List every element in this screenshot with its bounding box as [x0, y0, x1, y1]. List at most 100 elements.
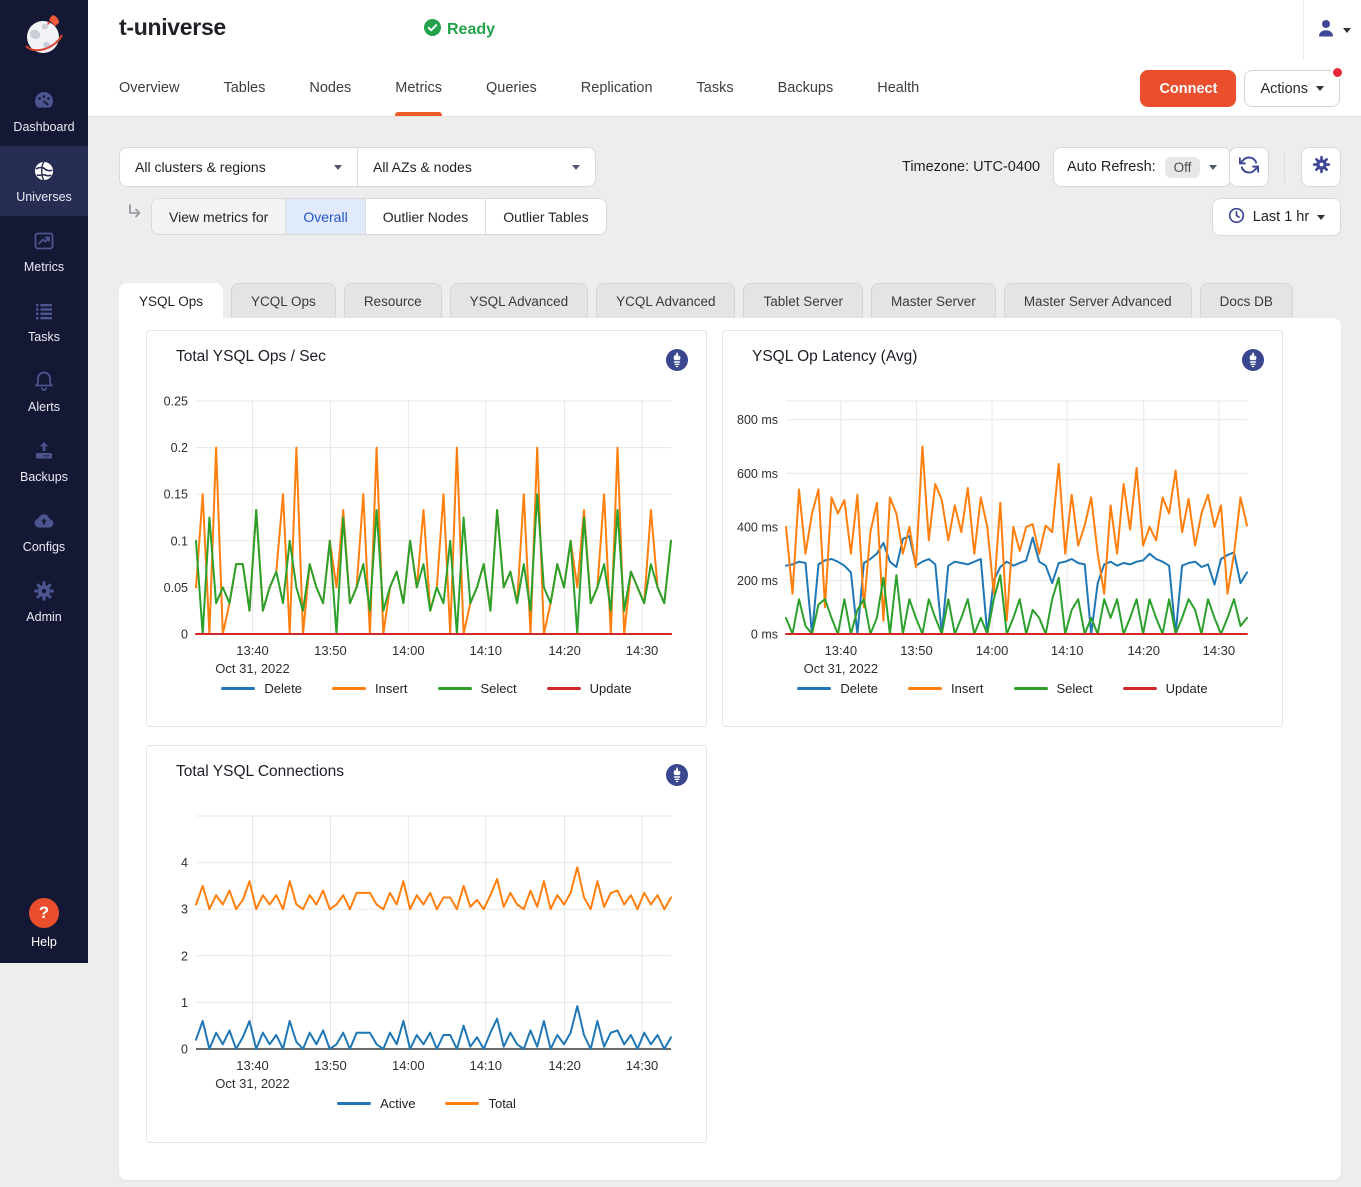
metric-tab-master-server-advanced[interactable]: Master Server Advanced: [1004, 283, 1192, 318]
metric-tab-master-server[interactable]: Master Server: [871, 283, 996, 318]
timezone-label: Timezone: UTC-0400: [902, 159, 1040, 175]
chart-canvas[interactable]: 13:40Oct 31, 202213:5014:0014:1014:2014:…: [156, 379, 697, 679]
view-tab-outlier-tables[interactable]: Outlier Tables: [486, 199, 605, 234]
svg-text:0: 0: [181, 1043, 188, 1057]
legend-item-delete[interactable]: Delete: [797, 681, 878, 696]
sidebar-item-label: Admin: [26, 610, 61, 624]
tab-replication[interactable]: Replication: [581, 60, 653, 116]
sidebar-item-admin[interactable]: Admin: [0, 566, 88, 636]
auto-refresh-dropdown[interactable]: Auto Refresh: Off: [1053, 147, 1231, 187]
legend-item-select[interactable]: Select: [438, 681, 517, 696]
chevron-down-icon: [572, 165, 580, 170]
clusters-regions-dropdown[interactable]: All clusters & regions: [120, 148, 357, 186]
legend-swatch: [547, 687, 581, 690]
sidebar-item-alerts[interactable]: Alerts: [0, 356, 88, 426]
svg-text:14:30: 14:30: [626, 1058, 659, 1073]
clock-icon: [1228, 207, 1245, 228]
svg-text:14:20: 14:20: [1127, 643, 1160, 658]
legend-label: Select: [481, 681, 517, 696]
legend-item-insert[interactable]: Insert: [908, 681, 984, 696]
view-metrics-label: View metrics for: [152, 199, 286, 234]
metrics-icon: [32, 229, 56, 253]
tab-tables[interactable]: Tables: [223, 60, 265, 116]
metric-tab-ycql-advanced[interactable]: YCQL Advanced: [596, 283, 735, 318]
legend-swatch: [445, 1102, 479, 1105]
prometheus-icon[interactable]: [665, 763, 689, 792]
metric-tab-resource[interactable]: Resource: [344, 283, 442, 318]
svg-text:600 ms: 600 ms: [737, 467, 778, 481]
sidebar-item-label: Alerts: [28, 400, 60, 414]
status-badge: Ready: [424, 19, 495, 41]
app-logo[interactable]: [19, 0, 69, 76]
metric-tab-ysql-ops[interactable]: YSQL Ops: [119, 283, 223, 318]
tab-health[interactable]: Health: [877, 60, 919, 116]
legend-item-select[interactable]: Select: [1014, 681, 1093, 696]
legend-swatch: [797, 687, 831, 690]
page-title: t-universe: [119, 14, 226, 41]
legend-item-delete[interactable]: Delete: [221, 681, 302, 696]
refresh-button[interactable]: [1229, 147, 1269, 187]
svg-text:14:00: 14:00: [976, 643, 1009, 658]
refresh-icon: [1239, 155, 1259, 180]
legend-label: Update: [1166, 681, 1208, 696]
azs-nodes-dropdown[interactable]: All AZs & nodes: [357, 148, 595, 186]
legend-item-update[interactable]: Update: [1123, 681, 1208, 696]
metric-tabs: YSQL Ops YCQL Ops Resource YSQL Advanced…: [119, 283, 1293, 318]
svg-text:4: 4: [181, 856, 188, 870]
rocket-globe-logo-icon: [19, 11, 69, 66]
svg-text:14:30: 14:30: [626, 643, 659, 658]
legend-item-total[interactable]: Total: [445, 1096, 515, 1111]
legend-label: Delete: [840, 681, 878, 696]
svg-text:0.25: 0.25: [164, 395, 188, 409]
legend-item-insert[interactable]: Insert: [332, 681, 408, 696]
metric-tab-tablet-server[interactable]: Tablet Server: [743, 283, 863, 318]
user-menu[interactable]: [1303, 0, 1361, 60]
cluster-filters: All clusters & regions All AZs & nodes: [119, 147, 596, 187]
svg-text:13:50: 13:50: [314, 1058, 347, 1073]
tab-nodes[interactable]: Nodes: [309, 60, 351, 116]
sidebar-item-help[interactable]: ? Help: [29, 898, 59, 949]
chart-canvas[interactable]: 13:40Oct 31, 202213:5014:0014:1014:2014:…: [156, 794, 697, 1094]
metric-tab-ysql-advanced[interactable]: YSQL Advanced: [450, 283, 589, 318]
divider: [1284, 152, 1285, 182]
tab-queries[interactable]: Queries: [486, 60, 537, 116]
sidebar-item-backups[interactable]: Backups: [0, 426, 88, 496]
svg-text:Oct 31, 2022: Oct 31, 2022: [215, 661, 289, 676]
sidebar-item-dashboard[interactable]: Dashboard: [0, 76, 88, 146]
metric-tab-docs-db[interactable]: Docs DB: [1200, 283, 1293, 318]
view-tab-overall[interactable]: Overall: [286, 199, 365, 234]
svg-text:3: 3: [181, 903, 188, 917]
svg-text:13:50: 13:50: [900, 643, 933, 658]
tab-overview[interactable]: Overview: [119, 60, 179, 116]
view-tab-outlier-nodes[interactable]: Outlier Nodes: [366, 199, 487, 234]
tab-metrics[interactable]: Metrics: [395, 60, 442, 116]
charts-panel: Total YSQL Ops / Sec 13:40Oct 31, 202213…: [119, 318, 1341, 1180]
sidebar-item-configs[interactable]: Configs: [0, 496, 88, 566]
user-avatar-icon: [1314, 16, 1338, 45]
legend-item-update[interactable]: Update: [547, 681, 632, 696]
sidebar-item-tasks[interactable]: Tasks: [0, 286, 88, 356]
sidebar-item-label: Dashboard: [13, 120, 74, 134]
chart-canvas[interactable]: 13:40Oct 31, 202213:5014:0014:1014:2014:…: [732, 379, 1273, 679]
configs-icon: [32, 509, 56, 533]
metric-tab-ycql-ops[interactable]: YCQL Ops: [231, 283, 336, 318]
legend-swatch: [1123, 687, 1157, 690]
settings-button[interactable]: [1301, 147, 1341, 187]
tab-backups[interactable]: Backups: [778, 60, 834, 116]
chart-title: YSQL Op Latency (Avg): [752, 348, 917, 366]
prometheus-icon[interactable]: [1241, 348, 1265, 377]
azs-nodes-value: All AZs & nodes: [373, 159, 472, 175]
sidebar-item-universes[interactable]: Universes: [0, 146, 88, 216]
sidebar-item-metrics[interactable]: Metrics: [0, 216, 88, 286]
time-range-dropdown[interactable]: Last 1 hr: [1212, 198, 1341, 236]
status-label: Ready: [447, 21, 495, 39]
chevron-down-icon: [1316, 86, 1324, 91]
tab-tasks[interactable]: Tasks: [697, 60, 734, 116]
prometheus-icon[interactable]: [665, 348, 689, 377]
chevron-down-icon: [1317, 215, 1325, 220]
connect-button[interactable]: Connect: [1140, 70, 1236, 107]
actions-button[interactable]: Actions: [1244, 70, 1340, 107]
legend-item-active[interactable]: Active: [337, 1096, 415, 1111]
chevron-down-icon: [1209, 165, 1217, 170]
notification-dot: [1331, 66, 1344, 79]
